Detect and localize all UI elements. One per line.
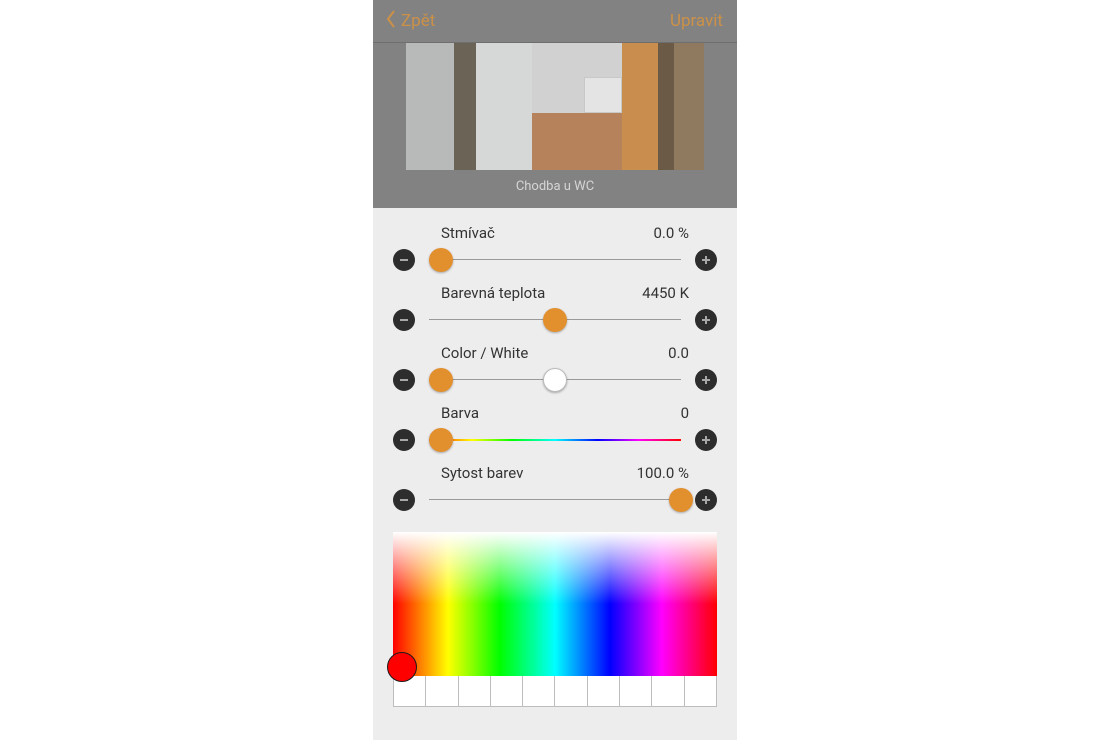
slider-track[interactable]: [429, 308, 681, 332]
camera-thumbnail[interactable]: [406, 43, 704, 170]
color-swatches: [393, 676, 717, 707]
slider-track[interactable]: [429, 488, 681, 512]
back-button[interactable]: Zpět: [383, 9, 435, 33]
color-swatch[interactable]: [685, 676, 716, 706]
slider-value: 4450 K: [642, 284, 689, 302]
slider-thumb[interactable]: [669, 488, 693, 512]
slider-label: Color / White: [441, 344, 528, 362]
plus-button[interactable]: [695, 369, 717, 391]
minus-button[interactable]: [393, 309, 415, 331]
plus-button[interactable]: [695, 489, 717, 511]
slider-value: 0: [681, 404, 689, 422]
slider-track[interactable]: [429, 428, 681, 452]
slider-thumb-color[interactable]: [429, 368, 453, 392]
slider-cct: Barevná teplota 4450 K: [373, 280, 737, 340]
color-swatch[interactable]: [652, 676, 684, 706]
chevron-left-icon: [383, 9, 399, 33]
slider-label: Stmívač: [441, 224, 495, 242]
slider-track[interactable]: [429, 248, 681, 272]
color-picker-area[interactable]: [393, 532, 717, 676]
color-swatch[interactable]: [426, 676, 458, 706]
color-swatch[interactable]: [555, 676, 587, 706]
slider-hue: Barva 0: [373, 400, 737, 460]
camera-section: Chodba u WC: [373, 43, 737, 208]
slider-label: Barva: [441, 404, 479, 422]
controls-panel: Stmívač 0.0 % Barevná teplota 4450 K: [373, 208, 737, 707]
slider-value: 0.0: [668, 344, 689, 362]
edit-button[interactable]: Upravit: [670, 11, 723, 31]
color-swatch[interactable]: [459, 676, 491, 706]
plus-button[interactable]: [695, 249, 717, 271]
slider-value: 0.0 %: [653, 224, 689, 242]
slider-thumb[interactable]: [429, 428, 453, 452]
camera-caption: Chodba u WC: [373, 179, 737, 194]
slider-value: 100.0 %: [637, 464, 689, 482]
slider-thumb[interactable]: [543, 308, 567, 332]
slider-dimmer: Stmívač 0.0 %: [373, 220, 737, 280]
color-swatch[interactable]: [620, 676, 652, 706]
top-bar: Zpět Upravit: [373, 0, 737, 43]
plus-button[interactable]: [695, 309, 717, 331]
color-picker-handle[interactable]: [387, 652, 417, 682]
minus-button[interactable]: [393, 249, 415, 271]
plus-button[interactable]: [695, 429, 717, 451]
slider-label: Barevná teplota: [441, 284, 545, 302]
slider-thumb-white[interactable]: [543, 368, 567, 392]
slider-color-white: Color / White 0.0: [373, 340, 737, 400]
slider-saturation: Sytost barev 100.0 %: [373, 460, 737, 520]
color-swatch[interactable]: [491, 676, 523, 706]
app-screen: Zpět Upravit Chodba u WC Stmívač 0.0 %: [373, 0, 737, 740]
minus-button[interactable]: [393, 369, 415, 391]
color-swatch[interactable]: [588, 676, 620, 706]
minus-button[interactable]: [393, 489, 415, 511]
color-swatch[interactable]: [523, 676, 555, 706]
back-label: Zpět: [401, 11, 435, 31]
minus-button[interactable]: [393, 429, 415, 451]
slider-label: Sytost barev: [441, 464, 523, 482]
slider-thumb[interactable]: [429, 248, 453, 272]
slider-track[interactable]: [429, 368, 681, 392]
color-picker: [393, 532, 717, 707]
